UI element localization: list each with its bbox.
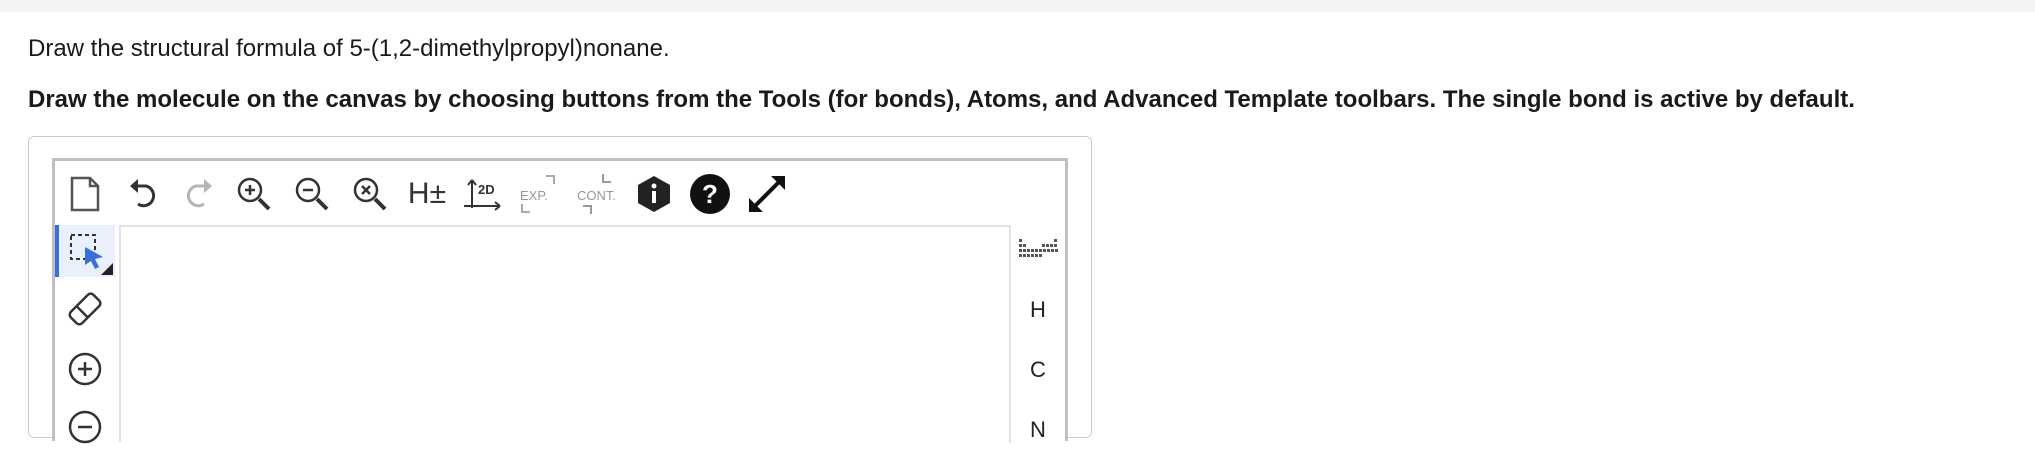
zoom-reset-icon[interactable]	[349, 171, 391, 217]
expand-label: EXP.	[520, 188, 548, 203]
molecule-editor: H± 2D EXP. CONT. ? H C N	[52, 158, 1068, 444]
atom-n-button[interactable]: N	[1011, 405, 1065, 455]
expand-corner-icon	[101, 263, 113, 275]
clean-2d-label: 2D	[478, 182, 495, 197]
info-icon[interactable]	[633, 171, 675, 217]
charge-minus-icon[interactable]	[59, 401, 111, 453]
zoom-in-icon[interactable]	[233, 171, 275, 217]
top-toolbar: H± 2D EXP. CONT. ?	[55, 161, 1065, 225]
atoms-toolbar: H C N	[1011, 225, 1065, 445]
redo-icon[interactable]	[177, 171, 219, 217]
atom-c-button[interactable]: C	[1011, 345, 1065, 395]
contract-label: CONT.	[577, 188, 616, 203]
charge-plus-icon[interactable]	[59, 343, 111, 395]
help-icon[interactable]: ?	[687, 171, 733, 217]
undo-icon[interactable]	[123, 171, 165, 217]
clean-2d-icon[interactable]: 2D	[459, 171, 505, 217]
eraser-icon[interactable]	[59, 283, 111, 335]
new-document-icon[interactable]	[63, 171, 107, 217]
svg-text:?: ?	[702, 179, 718, 209]
contract-icon[interactable]: CONT.	[571, 171, 625, 217]
expand-icon[interactable]: EXP.	[513, 171, 565, 217]
question-prompt: Draw the structural formula of 5-(1,2-di…	[28, 35, 670, 62]
periodic-table-icon[interactable]	[1011, 225, 1065, 275]
question-instructions: Draw the molecule on the canvas by choos…	[28, 86, 1855, 113]
left-toolbar	[55, 225, 117, 445]
atom-h-button[interactable]: H	[1011, 285, 1065, 335]
fullscreen-icon[interactable]	[743, 171, 791, 217]
zoom-out-icon[interactable]	[291, 171, 333, 217]
selection-icon[interactable]	[55, 225, 115, 277]
h-toggle-icon[interactable]: H±	[403, 171, 451, 217]
top-strip	[0, 0, 2035, 12]
drawing-canvas[interactable]	[119, 225, 1011, 443]
